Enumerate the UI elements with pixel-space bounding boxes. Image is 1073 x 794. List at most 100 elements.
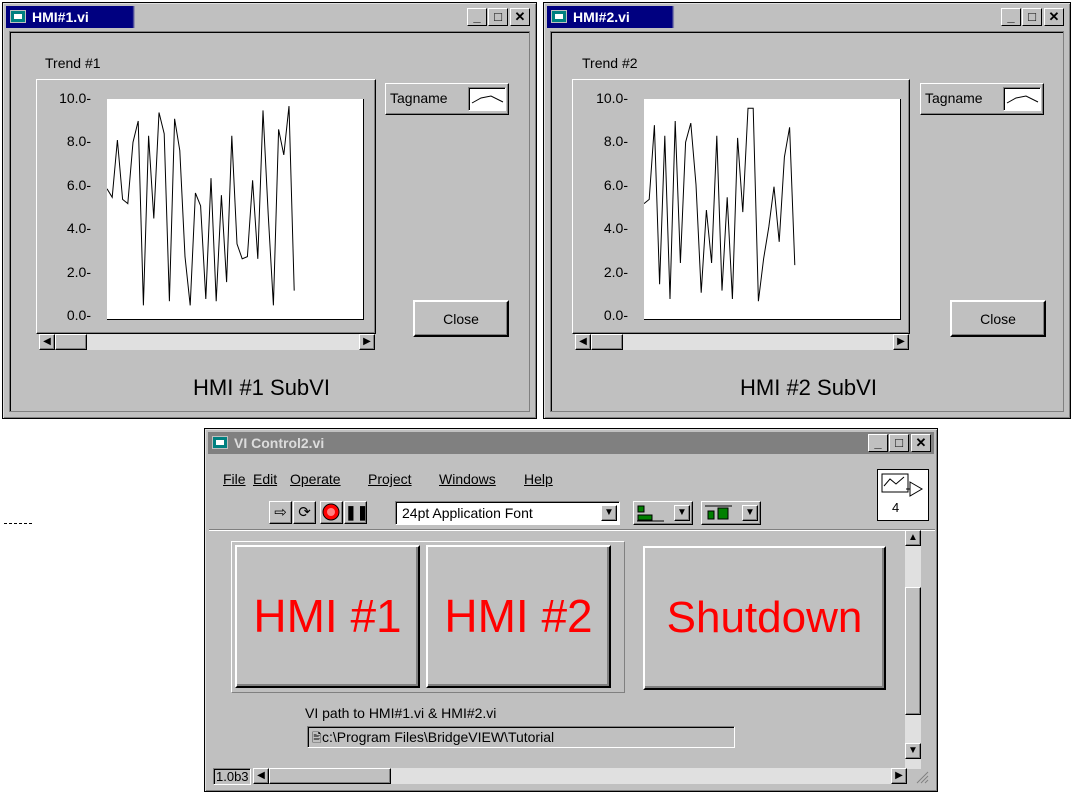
run-continuously-icon[interactable]: ⟳ xyxy=(293,501,316,524)
scroll-right-icon[interactable]: ▶ xyxy=(893,334,909,350)
resize-grip-icon[interactable] xyxy=(913,768,929,784)
trend-plot-area xyxy=(644,99,901,320)
y-tick-label: 2.0- xyxy=(66,264,91,280)
shutdown-button[interactable]: Shutdown xyxy=(643,546,886,690)
toolbar: ⇨ ⟳ ❚❚ 24pt Application Font ▼ ▼ ▼ xyxy=(269,501,869,527)
y-tick-label: 10.0- xyxy=(596,90,628,106)
menu-help[interactable]: Help xyxy=(524,471,553,487)
chart-scrollbar[interactable]: ◀ ▶ xyxy=(39,334,375,350)
menu-windows[interactable]: Windows xyxy=(439,471,496,487)
y-tick-label: 6.0- xyxy=(66,177,91,193)
scroll-left-icon[interactable]: ◀ xyxy=(253,768,269,784)
font-select[interactable]: 24pt Application Font ▼ xyxy=(395,501,620,525)
pause-icon[interactable]: ❚❚ xyxy=(344,501,368,524)
scroll-thumb[interactable] xyxy=(591,334,623,350)
hmi2-window-title: HMI#2.vi xyxy=(573,9,630,25)
plot-legend[interactable]: Tagname xyxy=(920,83,1044,115)
distribute-objects-icon[interactable]: ▼ xyxy=(701,501,761,525)
divider xyxy=(4,523,32,524)
close-icon[interactable]: ✕ xyxy=(911,434,931,452)
close-icon[interactable]: ✕ xyxy=(510,8,530,26)
y-tick-label: 8.0- xyxy=(66,133,91,149)
trend-series-line xyxy=(644,107,796,302)
version-label: 1.0b3 xyxy=(213,768,251,785)
hmi1-window-title: HMI#1.vi xyxy=(32,9,89,25)
subvi-caption: HMI #2 SubVI xyxy=(740,375,877,400)
divider xyxy=(209,529,935,531)
chevron-down-icon[interactable]: ▼ xyxy=(601,505,617,521)
hmi1-button[interactable]: HMI #1 xyxy=(235,545,420,688)
scroll-thumb[interactable] xyxy=(905,587,921,715)
button-cluster: HMI #1 HMI #2 xyxy=(231,541,625,693)
menu-file[interactable]: File xyxy=(223,471,246,487)
trend-label: Trend #2 xyxy=(582,55,638,71)
trend-plot-area xyxy=(107,99,364,320)
chart-scrollbar[interactable]: ◀ ▶ xyxy=(575,334,909,350)
y-tick-label: 2.0- xyxy=(603,264,628,280)
scroll-up-icon[interactable]: ▲ xyxy=(905,530,921,546)
minimize-icon[interactable]: _ xyxy=(1001,8,1021,26)
trend-series-line xyxy=(107,106,295,306)
close-icon[interactable]: ✕ xyxy=(1044,8,1064,26)
y-ticks: 10.0- 8.0- 6.0- 4.0- 2.0- 0.0- xyxy=(47,87,107,327)
chevron-down-icon[interactable]: ▼ xyxy=(674,505,690,521)
status-bar: 1.0b3 ◀ ▶ xyxy=(211,767,933,785)
vertical-scrollbar[interactable]: ▲ ▼ xyxy=(905,530,921,769)
scroll-left-icon[interactable]: ◀ xyxy=(575,334,591,350)
y-tick-label: 10.0- xyxy=(59,90,91,106)
abort-icon[interactable] xyxy=(320,501,343,524)
vi-graph-icon xyxy=(881,473,923,497)
control-window: VI Control2.vi _ □ ✕ File Edit Operate P… xyxy=(204,428,938,792)
hmi1-titlebar[interactable]: HMI#1.vi _ □ ✕ xyxy=(6,6,533,28)
horizontal-scrollbar[interactable]: ◀ ▶ xyxy=(253,768,907,784)
minimize-icon[interactable]: _ xyxy=(868,434,888,452)
app-icon xyxy=(10,10,26,23)
y-tick-label: 0.0- xyxy=(603,307,628,323)
close-button[interactable]: Close xyxy=(950,300,1046,337)
app-icon xyxy=(212,436,228,449)
scroll-right-icon[interactable]: ▶ xyxy=(359,334,375,350)
y-tick-label: 8.0- xyxy=(603,133,628,149)
control-window-title: VI Control2.vi xyxy=(234,435,325,451)
y-tick-label: 0.0- xyxy=(66,307,91,323)
path-browse-icon[interactable]: 🖹 xyxy=(312,729,322,750)
app-icon xyxy=(551,10,567,23)
hmi2-window: HMI#2.vi _ □ ✕ Trend #2 10.0- 8.0- 6.0- … xyxy=(543,2,1071,419)
vi-connector-icon[interactable]: 4 xyxy=(877,469,929,521)
menu-edit[interactable]: Edit xyxy=(253,471,277,487)
scroll-right-icon[interactable]: ▶ xyxy=(891,768,907,784)
maximize-icon[interactable]: □ xyxy=(889,434,909,452)
connector-number: 4 xyxy=(892,500,900,515)
legend-line-icon xyxy=(1003,87,1041,111)
maximize-icon[interactable]: □ xyxy=(488,8,508,26)
path-field[interactable]: 🖹 c:\Program Files\BridgeVIEW\Tutorial xyxy=(307,726,735,748)
scroll-left-icon[interactable]: ◀ xyxy=(39,334,55,350)
scroll-down-icon[interactable]: ▼ xyxy=(905,743,921,759)
scroll-thumb[interactable] xyxy=(269,768,391,784)
maximize-icon[interactable]: □ xyxy=(1022,8,1042,26)
menu-project[interactable]: Project xyxy=(368,471,412,487)
y-ticks: 10.0- 8.0- 6.0- 4.0- 2.0- 0.0- xyxy=(584,87,644,327)
chevron-down-icon[interactable]: ▼ xyxy=(742,505,758,521)
align-objects-icon[interactable]: ▼ xyxy=(633,501,693,525)
legend-line-icon xyxy=(468,87,506,111)
trend-label: Trend #1 xyxy=(45,55,101,71)
legend-label: Tagname xyxy=(925,90,983,106)
path-value: c:\Program Files\BridgeVIEW\Tutorial xyxy=(322,729,555,745)
path-label: VI path to HMI#1.vi & HMI#2.vi xyxy=(305,705,497,721)
menu-operate[interactable]: Operate xyxy=(290,471,341,487)
scroll-thumb[interactable] xyxy=(55,334,87,350)
hmi2-titlebar[interactable]: HMI#2.vi _ □ ✕ xyxy=(547,6,1067,28)
plot-legend[interactable]: Tagname xyxy=(385,83,509,115)
control-titlebar[interactable]: VI Control2.vi _ □ ✕ xyxy=(208,432,934,454)
close-button[interactable]: Close xyxy=(413,300,509,337)
font-select-value: 24pt Application Font xyxy=(402,505,533,521)
subvi-caption: HMI #1 SubVI xyxy=(193,375,330,400)
y-tick-label: 6.0- xyxy=(603,177,628,193)
run-arrow-icon[interactable]: ⇨ xyxy=(269,501,292,524)
y-tick-label: 4.0- xyxy=(66,220,91,236)
hmi1-window: HMI#1.vi _ □ ✕ Trend #1 10.0- 8.0- 6.0- … xyxy=(2,2,537,419)
hmi2-button[interactable]: HMI #2 xyxy=(426,545,611,688)
minimize-icon[interactable]: _ xyxy=(467,8,487,26)
y-tick-label: 4.0- xyxy=(603,220,628,236)
